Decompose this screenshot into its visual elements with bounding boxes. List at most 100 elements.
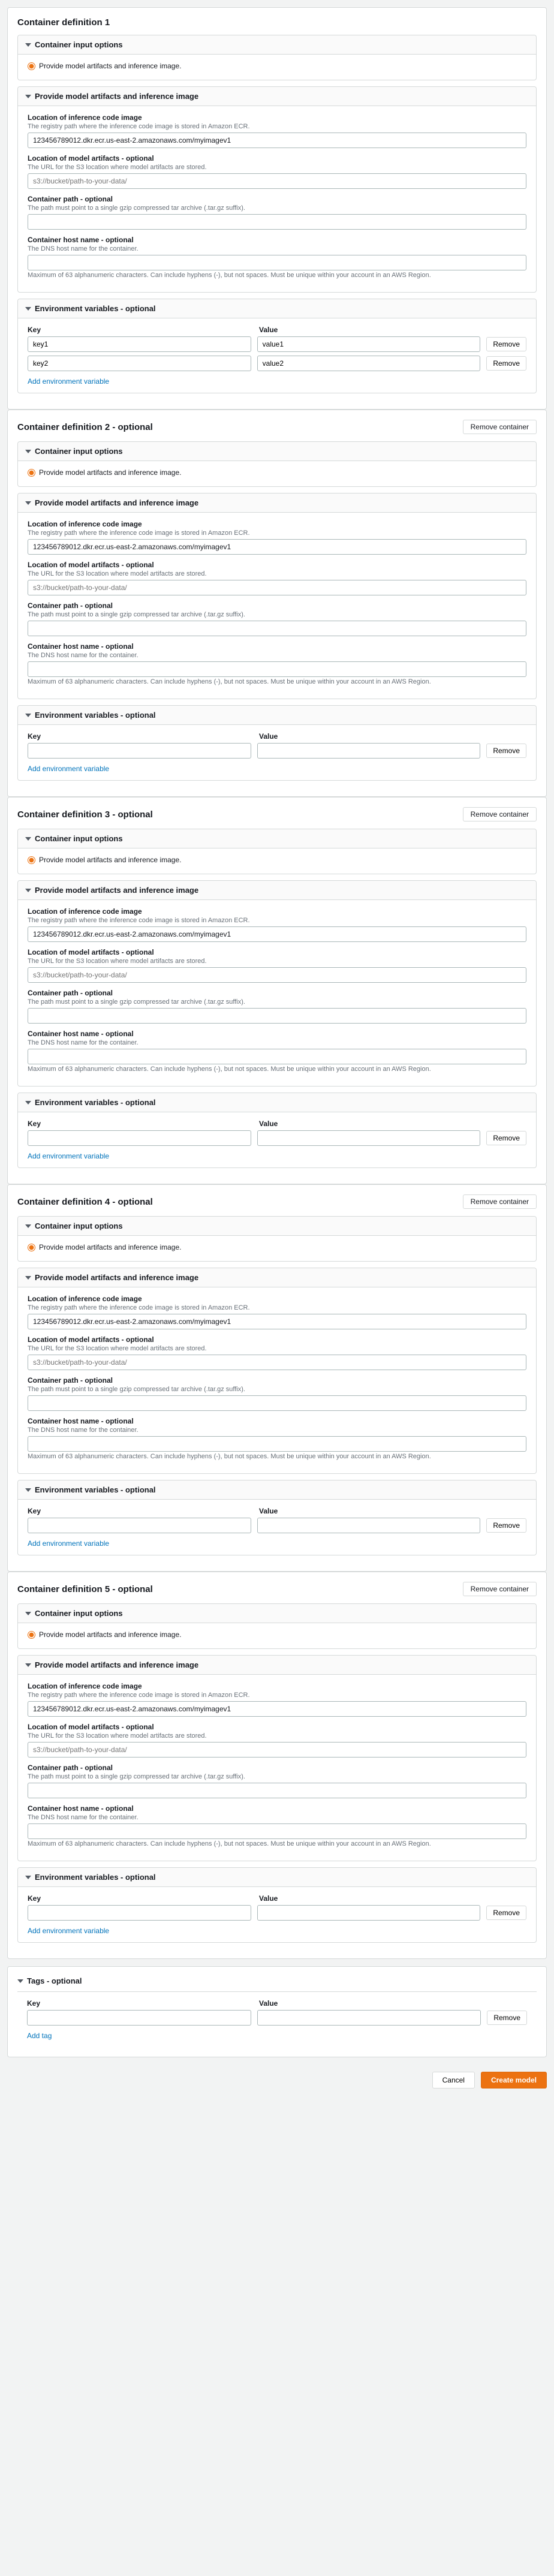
radio-provide-artifacts-4[interactable] (28, 1244, 35, 1251)
artifacts-subsection-header-1[interactable]: Provide model artifacts and inference im… (18, 87, 536, 106)
model-artifacts-hint-3: The URL for the S3 location where model … (28, 958, 526, 965)
inference-image-input-1[interactable] (28, 133, 526, 148)
artifacts-subsection-body-3: Location of inference code image The reg… (18, 899, 536, 1086)
create-model-button[interactable]: Create model (481, 2072, 547, 2089)
input-options-header-4[interactable]: Container input options (18, 1217, 536, 1235)
env-val-input-1-1[interactable] (257, 356, 481, 371)
radio-provide-artifacts-2[interactable] (28, 469, 35, 477)
input-options-title-3: Container input options (35, 834, 123, 843)
tags-key-col-label: Key (27, 1999, 253, 2008)
cancel-button[interactable]: Cancel (432, 2072, 475, 2089)
inference-image-input-5[interactable] (28, 1701, 526, 1717)
artifacts-subsection-header-3[interactable]: Provide model artifacts and inference im… (18, 881, 536, 899)
env-val-input-1-0[interactable] (257, 336, 481, 352)
model-artifacts-input-2[interactable] (28, 580, 526, 595)
remove-env-var-button-1-1[interactable]: Remove (486, 356, 526, 371)
remove-env-var-button-4-0[interactable]: Remove (486, 1518, 526, 1533)
env-vars-section-4: Environment variables - optional Key Val… (17, 1480, 537, 1555)
host-name-input-2[interactable] (28, 661, 526, 677)
container-path-field-1: Container path - optional The path must … (28, 195, 526, 230)
model-artifacts-hint-5: The URL for the S3 location where model … (28, 1732, 526, 1740)
radio-option-5: Provide model artifacts and inference im… (28, 1630, 526, 1639)
container-path-input-4[interactable] (28, 1395, 526, 1411)
input-options-title-4: Container input options (35, 1221, 123, 1230)
container-path-input-1[interactable] (28, 214, 526, 230)
input-options-header-3[interactable]: Container input options (18, 829, 536, 848)
host-name-input-3[interactable] (28, 1049, 526, 1064)
env-val-input-5-0[interactable] (257, 1905, 481, 1921)
container-path-input-3[interactable] (28, 1008, 526, 1024)
env-val-input-2-0[interactable] (257, 743, 481, 759)
add-env-var-link-1[interactable]: Add environment variable (28, 377, 109, 386)
inference-image-input-3[interactable] (28, 926, 526, 942)
char-limit-2: Maximum of 63 alphanumeric characters. C… (28, 678, 526, 685)
remove-container-button-5[interactable]: Remove container (463, 1582, 537, 1596)
artifacts-subsection-header-5[interactable]: Provide model artifacts and inference im… (18, 1656, 536, 1674)
radio-provide-artifacts-3[interactable] (28, 856, 35, 864)
container-path-input-2[interactable] (28, 621, 526, 636)
env-key-input-1-0[interactable] (28, 336, 251, 352)
env-vars-header-3[interactable]: Environment variables - optional (18, 1093, 536, 1112)
env-key-input-5-0[interactable] (28, 1905, 251, 1921)
container-path-input-5[interactable] (28, 1783, 526, 1798)
inference-image-input-2[interactable] (28, 539, 526, 555)
radio-provide-artifacts-1[interactable] (28, 62, 35, 70)
inference-image-field-1: Location of inference code image The reg… (28, 113, 526, 148)
inference-image-input-4[interactable] (28, 1314, 526, 1329)
env-vars-header-1[interactable]: Environment variables - optional (18, 299, 536, 318)
env-key-input-4-0[interactable] (28, 1518, 251, 1533)
env-key-input-3-0[interactable] (28, 1130, 251, 1146)
remove-container-button-4[interactable]: Remove container (463, 1194, 537, 1209)
remove-container-button-2[interactable]: Remove container (463, 420, 537, 434)
radio-provide-artifacts-5[interactable] (28, 1631, 35, 1639)
remove-tag-button-0[interactable]: Remove (487, 2011, 527, 2025)
input-options-section-1: Container input options Provide model ar… (17, 35, 537, 80)
artifacts-expand-icon-3 (25, 889, 31, 892)
add-env-var-link-5[interactable]: Add environment variable (28, 1927, 109, 1935)
tags-val-col-label: Value (259, 1999, 485, 2008)
input-options-title-5: Container input options (35, 1609, 123, 1618)
remove-env-var-button-2-0[interactable]: Remove (486, 744, 526, 758)
host-name-input-1[interactable] (28, 255, 526, 270)
input-options-body-4: Provide model artifacts and inference im… (18, 1235, 536, 1261)
artifacts-subsection-header-2[interactable]: Provide model artifacts and inference im… (18, 493, 536, 512)
tags-expand-icon (17, 1979, 23, 1983)
add-tag-link[interactable]: Add tag (27, 2032, 52, 2040)
host-name-input-5[interactable] (28, 1823, 526, 1839)
inference-image-field-4: Location of inference code image The reg… (28, 1295, 526, 1329)
remove-env-var-button-5-0[interactable]: Remove (486, 1906, 526, 1920)
env-vars-header-5[interactable]: Environment variables - optional (18, 1868, 536, 1886)
tag-val-input-0[interactable] (257, 2010, 481, 2026)
model-artifacts-input-4[interactable] (28, 1355, 526, 1370)
env-key-input-1-1[interactable] (28, 356, 251, 371)
add-env-var-link-3[interactable]: Add environment variable (28, 1152, 109, 1160)
input-options-header-2[interactable]: Container input options (18, 442, 536, 461)
input-options-header-5[interactable]: Container input options (18, 1604, 536, 1623)
env-key-input-2-0[interactable] (28, 743, 251, 759)
env-val-input-4-0[interactable] (257, 1518, 481, 1533)
artifacts-subsection-header-4[interactable]: Provide model artifacts and inference im… (18, 1268, 536, 1287)
remove-env-var-button-3-0[interactable]: Remove (486, 1131, 526, 1145)
model-artifacts-input-3[interactable] (28, 967, 526, 983)
artifacts-subsection-body-2: Location of inference code image The reg… (18, 512, 536, 699)
container-title-3: Container definition 3 - optional (17, 809, 153, 820)
container-definition-4: Container definition 4 - optional Remove… (7, 1184, 547, 1572)
add-env-var-link-2[interactable]: Add environment variable (28, 765, 109, 773)
input-options-section-2: Container input options Provide model ar… (17, 441, 537, 487)
tag-key-input-0[interactable] (27, 2010, 251, 2026)
remove-env-var-button-1-0[interactable]: Remove (486, 337, 526, 351)
env-vars-header-4[interactable]: Environment variables - optional (18, 1480, 536, 1499)
radio-option-4: Provide model artifacts and inference im… (28, 1243, 526, 1251)
remove-container-button-3[interactable]: Remove container (463, 807, 537, 821)
env-vars-header-2[interactable]: Environment variables - optional (18, 706, 536, 724)
artifacts-subsection-title-5: Provide model artifacts and inference im… (35, 1660, 198, 1669)
host-name-label-5: Container host name - optional (28, 1804, 526, 1813)
input-options-header-1[interactable]: Container input options (18, 35, 536, 54)
add-env-var-link-4[interactable]: Add environment variable (28, 1539, 109, 1548)
env-val-input-3-0[interactable] (257, 1130, 481, 1146)
model-artifacts-input-5[interactable] (28, 1742, 526, 1758)
host-name-label-2: Container host name - optional (28, 642, 526, 651)
host-name-input-4[interactable] (28, 1436, 526, 1452)
container-definition-2: Container definition 2 - optional Remove… (7, 410, 547, 797)
model-artifacts-input-1[interactable] (28, 173, 526, 189)
